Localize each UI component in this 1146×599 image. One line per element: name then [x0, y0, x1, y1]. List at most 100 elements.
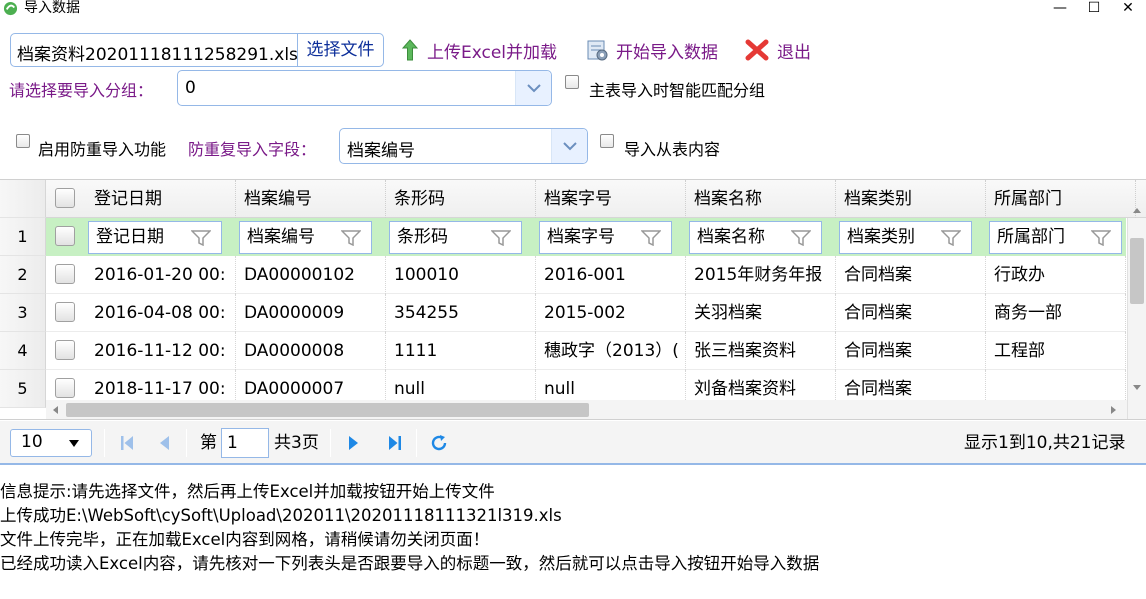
- file-name-field[interactable]: 档案资料20201118111258291.xls: [17, 40, 298, 65]
- chevron-down-icon[interactable]: [515, 71, 551, 105]
- import-sub-table-label: 导入从表内容: [624, 140, 721, 159]
- row-checkbox[interactable]: [55, 264, 75, 284]
- filter-input[interactable]: 档案类别: [839, 221, 972, 254]
- table-cell: 354255: [386, 294, 536, 332]
- filter-icon[interactable]: [491, 230, 511, 246]
- filter-icon[interactable]: [341, 230, 361, 246]
- page-size-select[interactable]: 10: [10, 429, 92, 457]
- last-page-icon[interactable]: [388, 435, 402, 451]
- filter-input[interactable]: 条形码: [389, 221, 522, 254]
- row-number: 4: [0, 332, 46, 370]
- column-header[interactable]: 档案名称: [686, 180, 836, 218]
- row-checkbox[interactable]: [55, 226, 75, 246]
- scroll-thumb[interactable]: [66, 403, 589, 417]
- table-row[interactable]: 2016-01-20 00: DA00000102 100010 2016-00…: [46, 256, 1126, 294]
- prev-page-icon[interactable]: [158, 435, 170, 451]
- first-page-icon[interactable]: [120, 435, 134, 451]
- filter-input[interactable]: 档案名称: [689, 221, 822, 254]
- message-line: 上传成功E:\WebSoft\cySoft\Upload\202011\2020…: [0, 506, 562, 525]
- dedupe-field-select[interactable]: 档案编号: [339, 128, 588, 164]
- filter-icon[interactable]: [941, 230, 961, 246]
- table-cell: 穗政字（2013）(: [536, 332, 686, 370]
- divider: [186, 429, 187, 457]
- filter-input[interactable]: 登记日期: [88, 221, 222, 254]
- upload-excel-button[interactable]: 上传Excel并加载: [401, 38, 558, 63]
- scroll-thumb[interactable]: [1130, 238, 1144, 304]
- group-select[interactable]: 0: [177, 70, 552, 106]
- table-row[interactable]: 2016-11-12 00: DA0000008 1111 穗政字（2013）(…: [46, 332, 1126, 370]
- column-header[interactable]: 所属部门: [986, 180, 1136, 218]
- exit-button[interactable]: 退出: [745, 38, 811, 63]
- page-number-input[interactable]: 1: [221, 428, 269, 458]
- start-import-button[interactable]: 开始导入数据: [586, 38, 718, 63]
- column-header[interactable]: 档案字号: [536, 180, 686, 218]
- group-label: 请选择要导入分组：: [9, 81, 154, 100]
- filter-input[interactable]: 档案编号: [239, 221, 372, 254]
- table-cell: 2015-002: [536, 294, 686, 332]
- dedupe-field-label: 防重复导入字段：: [188, 140, 317, 159]
- row-checkbox[interactable]: [55, 302, 75, 322]
- filter-row: 登记日期 档案编号 条形码 档案字号 档案名称 档案类别 所属部门: [46, 218, 1126, 256]
- filter-icon[interactable]: [641, 230, 661, 246]
- window-title: 导入数据: [24, 0, 80, 16]
- column-header[interactable]: 条形码: [386, 180, 536, 218]
- upload-excel-label: 上传Excel并加载: [427, 42, 558, 63]
- scroll-up-icon[interactable]: [1132, 206, 1142, 214]
- row-checkbox[interactable]: [55, 340, 75, 360]
- smart-match-checkbox[interactable]: [565, 75, 579, 89]
- close-window-button[interactable]: ✕: [1114, 0, 1142, 18]
- data-grid: 登记日期 档案编号 条形码 档案字号 档案名称 档案类别 所属部门 1 登记日期…: [0, 179, 1146, 420]
- filter-input-text: 条形码: [397, 227, 448, 247]
- page-prefix: 第: [200, 433, 217, 453]
- scroll-down-icon[interactable]: [1132, 384, 1142, 392]
- table-cell: 2016-04-08 00:: [86, 294, 236, 332]
- column-header[interactable]: 档案编号: [236, 180, 386, 218]
- table-cell: 100010: [386, 256, 536, 294]
- table-cell: 工程部: [986, 332, 1126, 370]
- column-header[interactable]: 档案类别: [836, 180, 986, 218]
- filter-input-text: 档案名称: [697, 227, 765, 247]
- filter-icon[interactable]: [1091, 230, 1111, 246]
- caret-down-icon: [69, 440, 79, 447]
- maximize-button[interactable]: ☐: [1080, 0, 1108, 18]
- vertical-scrollbar[interactable]: [1127, 208, 1146, 419]
- page-summary: 显示1到10,共21记录: [964, 433, 1126, 453]
- import-sub-table-checkbox[interactable]: [600, 134, 614, 148]
- choose-file-button[interactable]: 选择文件: [297, 34, 383, 66]
- refresh-icon[interactable]: [430, 434, 448, 452]
- filter-input[interactable]: 档案字号: [539, 221, 672, 254]
- table-cell: DA0000009: [236, 294, 386, 332]
- message-line: 已经成功读入Excel内容，请先核对一下列表头是否跟要导入的标题一致，然后就可以…: [0, 554, 820, 573]
- horizontal-scrollbar[interactable]: [46, 400, 1127, 419]
- enable-dedupe-checkbox[interactable]: [16, 134, 30, 148]
- filter-icon[interactable]: [191, 230, 211, 246]
- exit-x-icon: [745, 39, 769, 61]
- minimize-button[interactable]: —: [1046, 0, 1074, 18]
- next-page-icon[interactable]: [348, 435, 360, 451]
- import-icon: [587, 40, 608, 61]
- table-cell: 关羽档案: [686, 294, 836, 332]
- column-header[interactable]: 登记日期: [86, 180, 236, 218]
- table-cell: 2016-001: [536, 256, 686, 294]
- chevron-down-icon[interactable]: [551, 129, 587, 163]
- table-cell: 合同档案: [836, 294, 986, 332]
- row-checkbox[interactable]: [55, 378, 75, 398]
- exit-label: 退出: [777, 42, 811, 63]
- start-import-label: 开始导入数据: [616, 42, 718, 63]
- scroll-right-icon[interactable]: [1110, 405, 1118, 415]
- filter-input-text: 登记日期: [96, 227, 164, 247]
- divider: [104, 429, 105, 457]
- page-total: 共3页: [274, 433, 319, 453]
- table-cell: 1111: [386, 332, 536, 370]
- row-number: 1: [0, 218, 46, 256]
- filter-icon[interactable]: [791, 230, 811, 246]
- message-log: 信息提示:请先选择文件，然后再上传Excel并加载按钮开始上传文件 上传成功E:…: [0, 480, 819, 576]
- row-number: 2: [0, 256, 46, 294]
- upload-arrow-icon: [401, 39, 419, 61]
- enable-dedupe-label: 启用防重导入功能: [38, 140, 167, 159]
- table-row[interactable]: 2016-04-08 00: DA0000009 354255 2015-002…: [46, 294, 1126, 332]
- filter-input[interactable]: 所属部门: [989, 221, 1122, 254]
- select-all-checkbox[interactable]: [55, 188, 75, 208]
- scroll-left-icon[interactable]: [51, 405, 59, 415]
- file-select-box[interactable]: 档案资料20201118111258291.xls 选择文件: [10, 33, 384, 67]
